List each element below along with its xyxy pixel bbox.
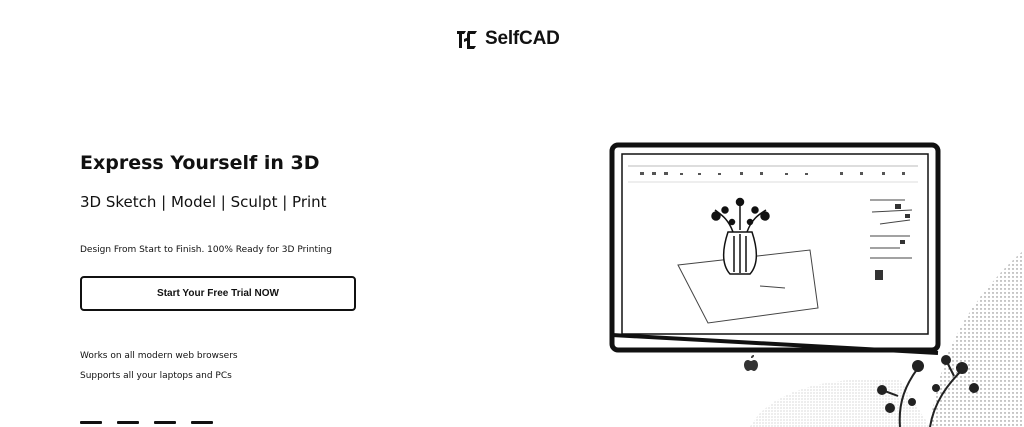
dotted-background-shape [930, 250, 1024, 427]
apple-logo-icon [744, 355, 758, 371]
selfcad-logo-icon [457, 31, 477, 49]
hero-subheadline: 3D Sketch | Model | Sculpt | Print [80, 193, 327, 211]
carousel-dot[interactable] [117, 421, 139, 424]
carousel-indicators [80, 421, 213, 424]
carousel-dot[interactable] [80, 421, 102, 424]
carousel-dot[interactable] [191, 421, 213, 424]
hero-tagline: Design From Start to Finish. 100% Ready … [80, 245, 332, 255]
selfcad-logo[interactable]: SelfCAD [455, 26, 560, 52]
logo-text: SelfCAD [485, 28, 560, 49]
feature-devices: Supports all your laptops and PCs [80, 371, 232, 381]
start-free-trial-label: Start Your Free Trial NOW [157, 288, 279, 299]
carousel-dot[interactable] [154, 421, 176, 424]
feature-browsers: Works on all modern web browsers [80, 351, 238, 361]
hero-headline: Express Yourself in 3D [80, 152, 320, 174]
start-free-trial-button[interactable]: Start Your Free Trial NOW [80, 276, 356, 311]
imac-illustration [609, 142, 1024, 427]
dotted-floor-shape [750, 379, 930, 427]
